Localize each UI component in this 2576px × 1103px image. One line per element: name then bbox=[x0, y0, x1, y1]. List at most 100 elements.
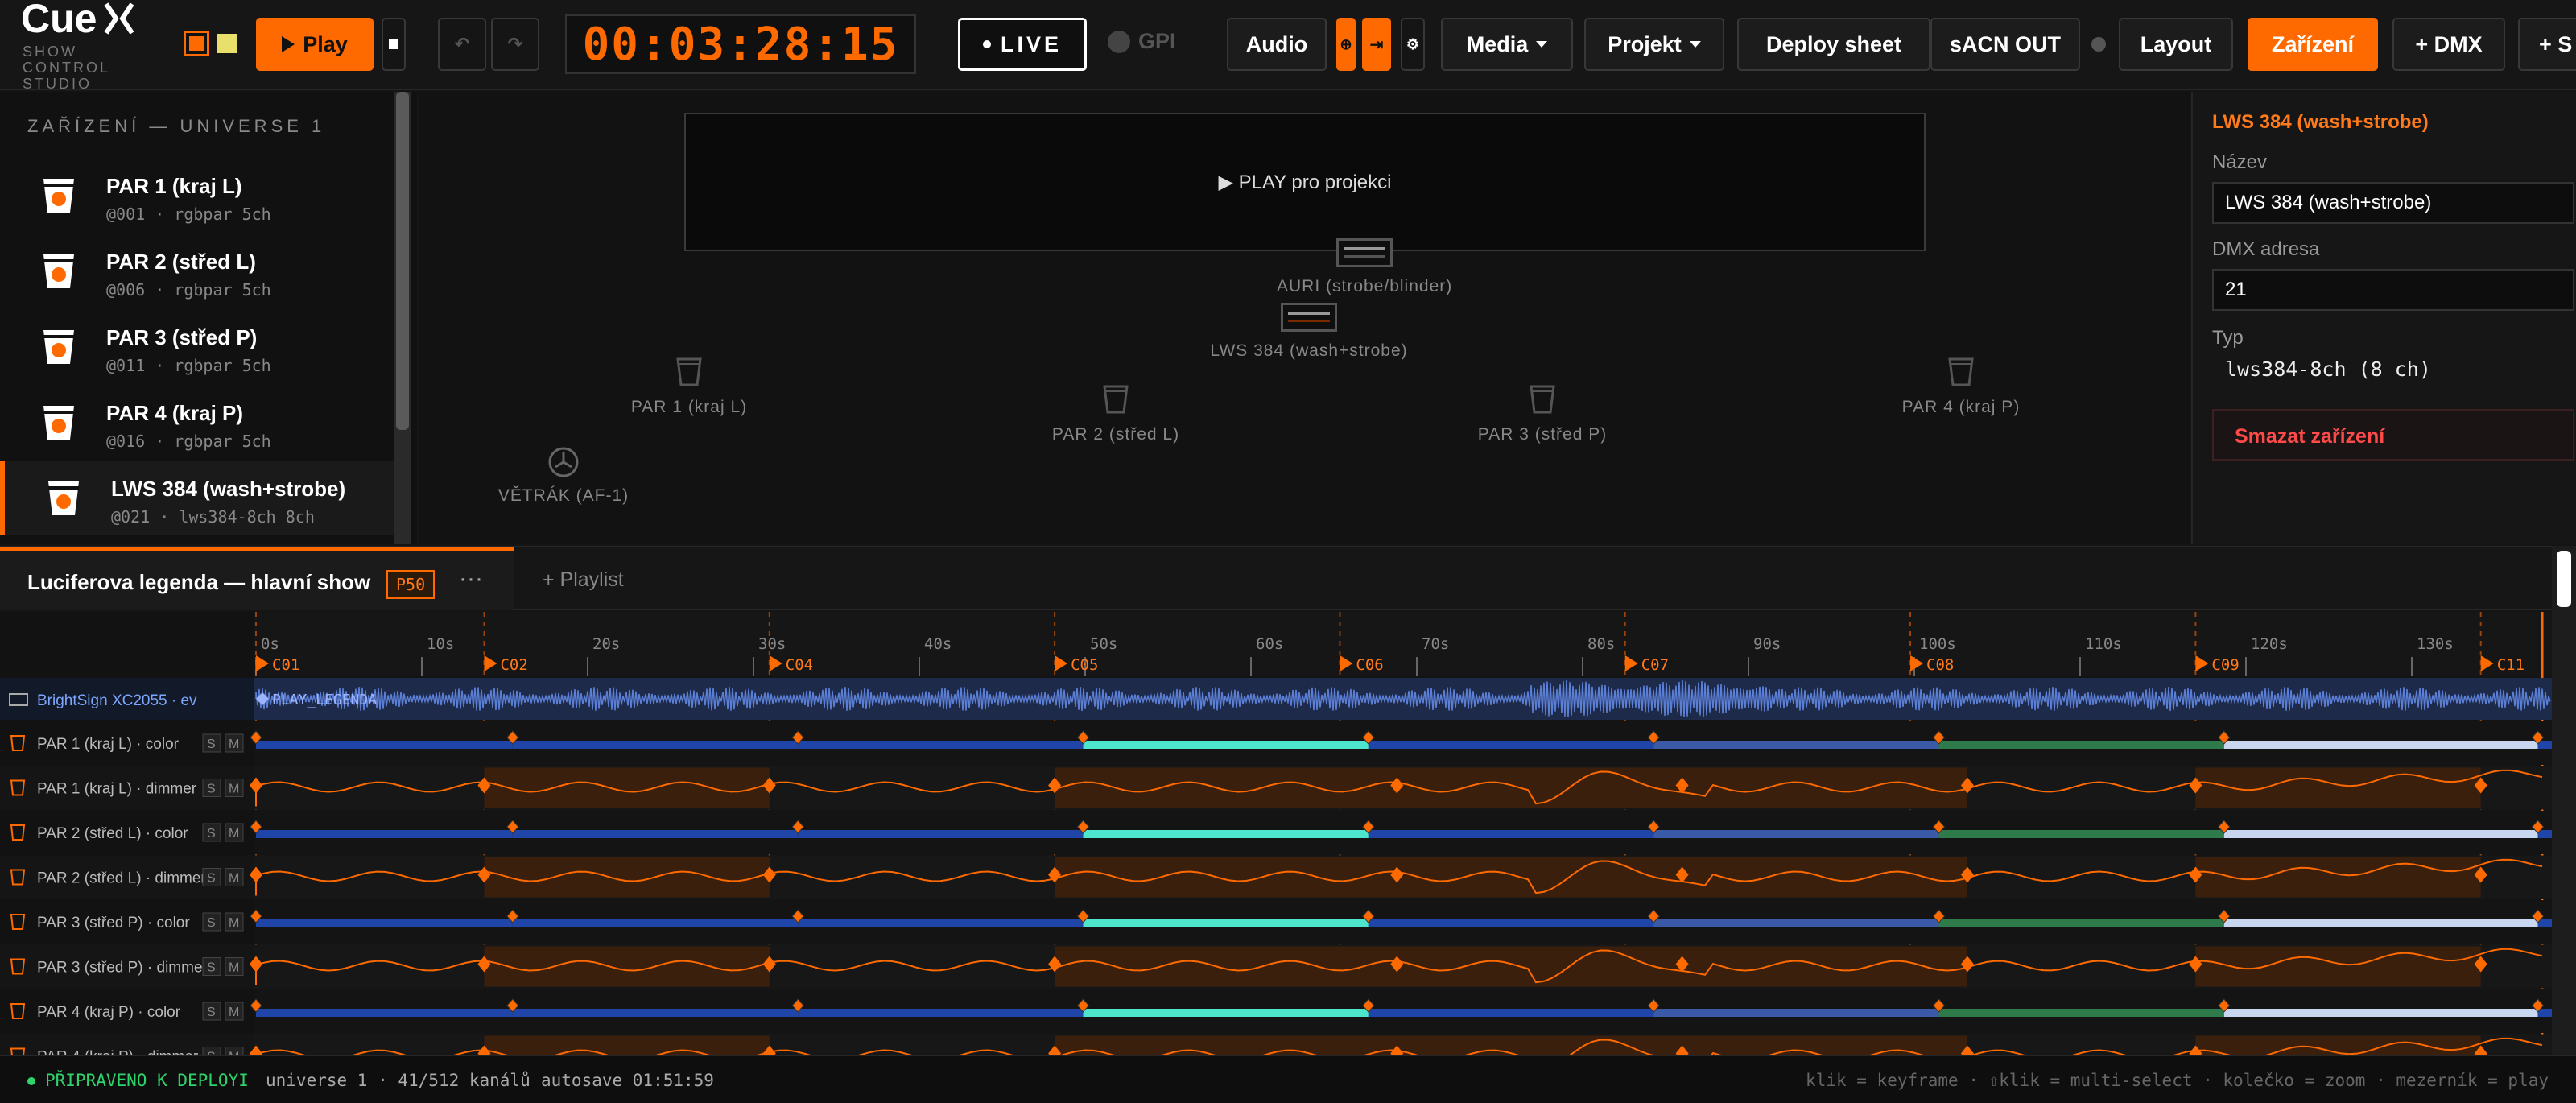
live-toggle[interactable]: LIVE bbox=[958, 18, 1087, 71]
cue-label[interactable]: C08 bbox=[1926, 656, 1954, 674]
color-segment[interactable] bbox=[512, 1009, 799, 1017]
scrollbar-thumb[interactable] bbox=[396, 92, 409, 430]
color-segment[interactable] bbox=[798, 1009, 1084, 1017]
cue-label[interactable]: C07 bbox=[1641, 656, 1669, 674]
name-field[interactable]: LWS 384 (wash+strobe) bbox=[2212, 182, 2574, 224]
color-segment[interactable] bbox=[1938, 1009, 2224, 1017]
color-segment[interactable] bbox=[1653, 741, 1939, 749]
color-segment[interactable] bbox=[1938, 919, 2224, 927]
color-segment[interactable] bbox=[798, 919, 1084, 927]
dimmer-block[interactable] bbox=[484, 857, 770, 898]
sacn-out-button[interactable]: sACN OUT bbox=[1930, 18, 2080, 71]
show-tab[interactable]: Luciferova legenda — hlavní show P50 ··· bbox=[0, 547, 514, 610]
add-s-button[interactable]: + S bbox=[2518, 18, 2576, 71]
color-segment[interactable] bbox=[256, 741, 513, 749]
color-segment[interactable] bbox=[1653, 1009, 1939, 1017]
color-segment[interactable] bbox=[2223, 919, 2538, 927]
projekt-menu[interactable]: Projekt bbox=[1584, 18, 1724, 71]
color-segment[interactable] bbox=[1653, 919, 1939, 927]
fixture-fan[interactable]: VĚTRÁK (AF-1) bbox=[467, 446, 660, 506]
delete-device-button[interactable]: Smazat zařízení bbox=[2212, 409, 2574, 461]
redo-button[interactable]: ↷ bbox=[491, 18, 539, 71]
projection-screen[interactable]: ▶ PLAY pro projekci bbox=[684, 113, 1926, 251]
color-segment[interactable] bbox=[512, 830, 799, 838]
follow-button[interactable]: ⚙ bbox=[1401, 18, 1425, 71]
cue-label[interactable]: C05 bbox=[1071, 656, 1098, 674]
stop-button[interactable] bbox=[382, 18, 406, 71]
color-segment[interactable] bbox=[798, 741, 1084, 749]
timeline-body[interactable]: 0s 10s 20s 30s 40s 50s 60s 70s 80s 90s 100s 110s 120… bbox=[0, 546, 2576, 1061]
color-segment[interactable] bbox=[1083, 830, 1368, 838]
color-segment[interactable] bbox=[1083, 919, 1368, 927]
add-playlist-button[interactable]: + Playlist bbox=[543, 568, 624, 592]
cue-label[interactable]: C01 bbox=[272, 656, 299, 674]
color-segment[interactable] bbox=[1083, 741, 1368, 749]
cue-label[interactable]: C06 bbox=[1356, 656, 1383, 674]
color-segment[interactable] bbox=[2223, 830, 2538, 838]
dimmer-block[interactable] bbox=[1055, 857, 1967, 898]
dimmer-block[interactable] bbox=[2195, 1035, 2481, 1055]
devices-tab-button[interactable]: Zařízení bbox=[2248, 18, 2378, 71]
deploy-sheet-button[interactable]: Deploy sheet bbox=[1737, 18, 1930, 71]
timeline-scrollbar[interactable] bbox=[2552, 546, 2576, 1061]
dimmer-block[interactable] bbox=[2195, 946, 2481, 987]
fixture-par2[interactable]: PAR 2 (střed L) bbox=[1019, 383, 1212, 444]
color-segment[interactable] bbox=[256, 919, 513, 927]
color-segment[interactable] bbox=[1938, 830, 2224, 838]
color-segment[interactable] bbox=[2223, 741, 2538, 749]
fixture-lws[interactable]: LWS 384 (wash+strobe) bbox=[1204, 303, 1414, 361]
dimmer-block[interactable] bbox=[484, 767, 770, 808]
color-segment[interactable] bbox=[1368, 741, 1654, 749]
color-segment[interactable] bbox=[256, 830, 513, 838]
media-menu[interactable]: Media bbox=[1441, 18, 1573, 71]
record-color-swatch[interactable] bbox=[184, 31, 209, 56]
snap-button[interactable]: ⇥ bbox=[1362, 18, 1391, 71]
color-segment[interactable] bbox=[512, 919, 799, 927]
undo-button[interactable]: ↶ bbox=[438, 18, 486, 71]
fixture-par3[interactable]: PAR 3 (střed P) bbox=[1446, 383, 1639, 444]
dimmer-block[interactable] bbox=[484, 946, 770, 987]
gpi-indicator[interactable]: GPI bbox=[1108, 29, 1176, 54]
cue-label[interactable]: C11 bbox=[2497, 656, 2524, 674]
stage-view[interactable]: ▶ PLAY pro projekci AURI (strobe/blinder… bbox=[419, 92, 2190, 544]
fixture-auri[interactable]: AURI (strobe/blinder) bbox=[1277, 238, 1452, 296]
color-segment[interactable] bbox=[1368, 830, 1654, 838]
dimmer-block[interactable] bbox=[1055, 946, 1967, 987]
color-segment[interactable] bbox=[512, 741, 799, 749]
dimmer-block[interactable] bbox=[484, 1035, 770, 1055]
dimmer-block[interactable] bbox=[1055, 1035, 1967, 1055]
device-item[interactable]: PAR 3 (střed P) @011 · rgbpar 5ch bbox=[0, 309, 394, 383]
device-item[interactable]: PAR 4 (kraj P) @016 · rgbpar 5ch bbox=[0, 385, 394, 459]
layout-button[interactable]: Layout bbox=[2119, 18, 2233, 71]
color-segment[interactable] bbox=[1653, 830, 1939, 838]
target-button[interactable]: ⊕ bbox=[1336, 18, 1356, 71]
color-segment[interactable] bbox=[1368, 919, 1654, 927]
device-item[interactable]: PAR 1 (kraj L) @001 · rgbpar 5ch bbox=[0, 158, 394, 232]
show-more-button[interactable]: ··· bbox=[459, 565, 483, 593]
color-segment[interactable] bbox=[1083, 1009, 1368, 1017]
device-item[interactable]: PAR 2 (střed L) @006 · rgbpar 5ch bbox=[0, 233, 394, 308]
cue-label[interactable]: C09 bbox=[2211, 656, 2239, 674]
audio-button[interactable]: Audio bbox=[1227, 18, 1327, 71]
timeline-scrollbar-thumb[interactable] bbox=[2557, 551, 2571, 607]
cue-label[interactable]: C04 bbox=[786, 656, 813, 674]
color-segment[interactable] bbox=[256, 1009, 513, 1017]
dimmer-block[interactable] bbox=[2195, 767, 2481, 808]
cue-label[interactable]: C02 bbox=[500, 656, 527, 674]
dimmer-block[interactable] bbox=[1055, 767, 1967, 808]
color-segment[interactable] bbox=[2223, 1009, 2538, 1017]
device-item[interactable]: LWS 384 (wash+strobe) @021 · lws384-8ch 8… bbox=[0, 461, 394, 535]
device-list-scrollbar[interactable] bbox=[394, 92, 411, 544]
fixture-par1[interactable]: PAR 1 (kraj L) bbox=[601, 356, 778, 417]
color-segment[interactable] bbox=[1368, 1009, 1654, 1017]
dmx-address-field[interactable]: 21 bbox=[2212, 269, 2574, 311]
fixture-par4[interactable]: PAR 4 (kraj P) bbox=[1872, 356, 2050, 417]
play-button[interactable]: Play bbox=[256, 18, 374, 71]
par-can-icon bbox=[43, 254, 74, 288]
yellow-swatch[interactable] bbox=[217, 34, 237, 53]
color-segment[interactable] bbox=[1938, 741, 2224, 749]
add-dmx-button[interactable]: + DMX bbox=[2392, 18, 2505, 71]
timeline-canvas[interactable]: 0s 10s 20s 30s 40s 50s 60s 70s 80s 90s 100s 110s 120… bbox=[0, 612, 2552, 1055]
color-segment[interactable] bbox=[798, 830, 1084, 838]
dimmer-block[interactable] bbox=[2195, 857, 2481, 898]
